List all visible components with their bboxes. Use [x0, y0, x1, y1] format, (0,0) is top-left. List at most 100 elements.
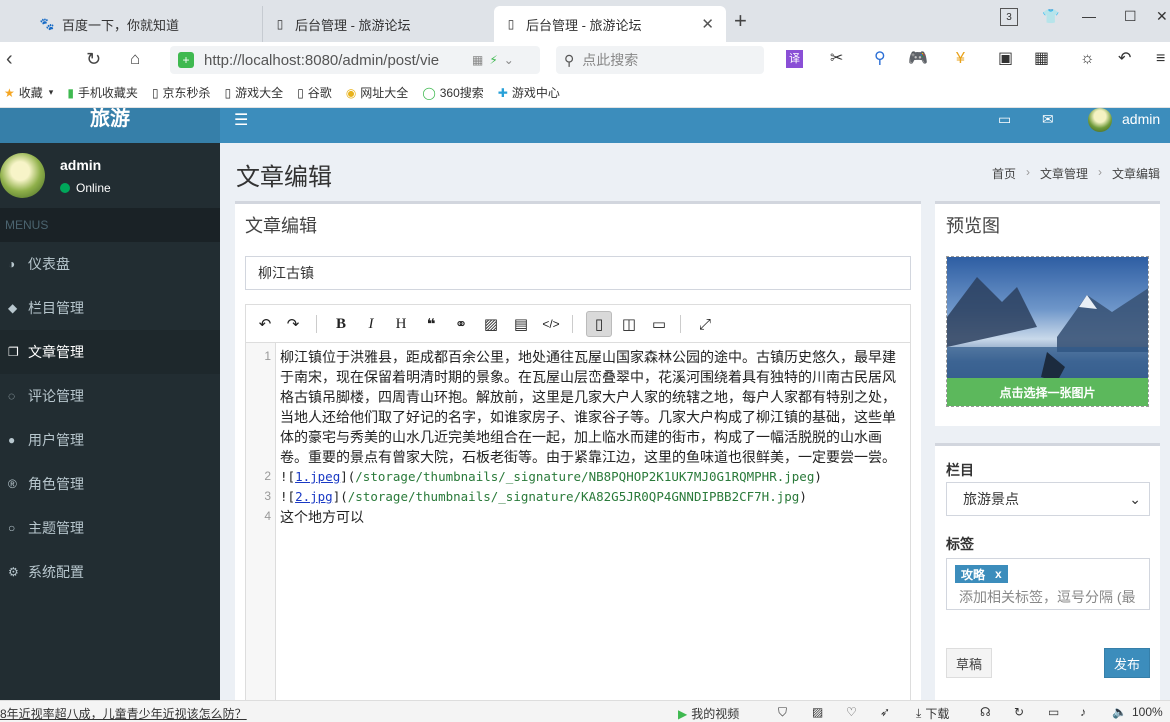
- breadcrumb-posts[interactable]: 文章管理: [1040, 165, 1088, 182]
- md-syntax: ](: [340, 469, 356, 484]
- draft-button[interactable]: 草稿: [946, 648, 992, 678]
- window-icon[interactable]: ▭: [1048, 705, 1059, 719]
- download-button[interactable]: ⤓ 下载: [916, 705, 949, 722]
- upload-image-icon[interactable]: ▤: [508, 311, 534, 337]
- redo-icon[interactable]: ↷: [280, 311, 306, 337]
- tag-remove-icon[interactable]: x: [995, 567, 1002, 581]
- breadcrumb-home[interactable]: 首页: [992, 165, 1016, 182]
- tags-input[interactable]: 攻略 x 添加相关标签，逗号分隔 (最: [946, 558, 1150, 610]
- qr-icon[interactable]: ▦: [472, 53, 483, 67]
- bookmark-item[interactable]: ▯ 游戏大全: [225, 84, 284, 101]
- translate-icon[interactable]: 译: [786, 50, 803, 68]
- bookmark-label: 收藏: [18, 86, 43, 100]
- browser-search-input[interactable]: ⚲ 点此搜索: [556, 46, 764, 74]
- header-username[interactable]: admin: [1122, 111, 1160, 127]
- back-icon[interactable]: ‹: [6, 48, 13, 70]
- url-text: http://localhost:8080/admin/post/vie: [204, 51, 440, 69]
- bookmark-item[interactable]: ▮ 手机收藏夹: [67, 84, 138, 101]
- my-video-button[interactable]: ▶ 我的视频: [678, 705, 739, 722]
- image-icon[interactable]: ▨: [478, 311, 504, 337]
- brightness-icon[interactable]: ☼: [1080, 50, 1095, 68]
- game-icon[interactable]: 🎮: [908, 50, 928, 68]
- avatar[interactable]: [1088, 108, 1112, 132]
- tag-chip: 攻略 x: [955, 565, 1008, 583]
- bookmark-item[interactable]: ◉ 网址大全: [346, 84, 409, 101]
- home-icon[interactable]: ⌂: [130, 48, 140, 70]
- publish-button[interactable]: 发布: [1104, 648, 1150, 678]
- split-view-icon[interactable]: ◫: [616, 311, 642, 337]
- speaker-icon[interactable]: ♪: [1080, 705, 1086, 719]
- italic-icon[interactable]: I: [358, 311, 384, 337]
- md-image-path: /storage/thumbnails/_signature/KA82G5JR0…: [347, 489, 800, 504]
- sidebar-item-settings[interactable]: ⚙ 系统配置: [0, 550, 220, 594]
- close-tab-icon[interactable]: ✕: [701, 15, 714, 33]
- zoom-level[interactable]: 100%: [1132, 705, 1163, 719]
- browser-navbar: ‹ ↻ ⌂ + http://localhost:8080/admin/post…: [0, 42, 1170, 78]
- close-window-icon[interactable]: ✕: [1156, 8, 1168, 25]
- scissors-icon[interactable]: ✂: [830, 50, 843, 68]
- code-icon[interactable]: </>: [538, 311, 564, 337]
- preview-mode-icon[interactable]: ▭: [646, 311, 672, 337]
- minimize-icon[interactable]: —: [1082, 8, 1096, 24]
- bookmark-favorites[interactable]: ★ 收藏 ▾: [4, 84, 53, 101]
- undo-icon[interactable]: ↶: [1118, 50, 1131, 68]
- preview-image[interactable]: 点击选择一张图片: [946, 256, 1149, 407]
- line-number: 1: [264, 349, 271, 363]
- maximize-icon[interactable]: ☐: [1124, 8, 1137, 25]
- bookmark-item[interactable]: ◯ 360搜索: [422, 84, 483, 101]
- menu-icon[interactable]: ≡: [1156, 50, 1165, 68]
- shield-icon[interactable]: ⛉: [778, 705, 787, 720]
- sidebar-item-posts[interactable]: ❐ 文章管理: [0, 330, 220, 374]
- quote-icon[interactable]: ❝: [418, 311, 444, 337]
- preview-box: 预览图 点击选择一张图片: [935, 201, 1160, 426]
- apps-grid-icon[interactable]: ▦: [1034, 50, 1049, 68]
- pick-image-button[interactable]: 点击选择一张图片: [947, 378, 1148, 406]
- coin-icon[interactable]: ¥: [956, 50, 965, 68]
- news-ticker-link[interactable]: 8年近视率超八成，儿童青少年近视该怎么防？: [0, 705, 247, 722]
- category-select[interactable]: 旅游景点 ⌄: [946, 482, 1150, 516]
- sidebar-item-dashboard[interactable]: ◑ 仪表盘: [0, 242, 220, 286]
- sidebar-item-comments[interactable]: ◌ 评论管理: [0, 374, 220, 418]
- reader-icon[interactable]: ▣: [998, 50, 1013, 68]
- app-logo[interactable]: 旅游: [0, 108, 220, 143]
- rocket-icon[interactable]: ➶: [880, 705, 890, 719]
- volume-icon[interactable]: 🔈: [1112, 705, 1127, 719]
- link-icon[interactable]: ⚭: [448, 311, 474, 337]
- nav-site-icon: ◉: [345, 85, 357, 100]
- heart-icon[interactable]: ♡: [846, 705, 857, 719]
- sidebar-item-roles[interactable]: ® 角色管理: [0, 462, 220, 506]
- markdown-editor[interactable]: ↶ ↷ B I H ❝ ⚭ ▨ ▤ </> ▯ ◫ ▭ ⤢ 1 2 3 4 柳江…: [245, 304, 911, 703]
- headset-icon[interactable]: ☊: [980, 705, 991, 719]
- editor-content[interactable]: 柳江镇位于洪雅县，距成都百余公里，地处通往瓦屋山国家森林公园的途中。古镇历史悠久…: [280, 347, 900, 527]
- refresh-icon[interactable]: ↻: [1014, 705, 1024, 719]
- sidebar-item-categories[interactable]: ◆ 栏目管理: [0, 286, 220, 330]
- mail-icon[interactable]: ✉: [1042, 111, 1054, 128]
- tab-count-badge[interactable]: 3: [1000, 8, 1018, 26]
- edit-mode-icon[interactable]: ▯: [586, 311, 612, 337]
- undo-icon[interactable]: ↶: [252, 311, 278, 337]
- browser-tab-admin-active[interactable]: ▯ 后台管理 - 旅游论坛 ✕: [494, 6, 726, 42]
- heading-icon[interactable]: H: [388, 311, 414, 337]
- fullscreen-icon[interactable]: ⤢: [692, 311, 718, 337]
- bookmark-item[interactable]: ✚ 游戏中心: [498, 84, 560, 101]
- post-title-input[interactable]: 柳江古镇: [245, 256, 911, 290]
- image-icon[interactable]: ▨: [812, 705, 823, 719]
- skin-icon[interactable]: 👕: [1042, 8, 1059, 25]
- sidebar-item-label: 栏目管理: [28, 300, 84, 316]
- address-bar[interactable]: + http://localhost:8080/admin/post/vie ▦…: [170, 46, 540, 74]
- bookmark-item[interactable]: ▯ 谷歌: [297, 84, 332, 101]
- browser-tab-admin[interactable]: ▯ 后台管理 - 旅游论坛: [262, 6, 494, 42]
- sidebar-toggle-icon[interactable]: ☰: [234, 110, 248, 130]
- magnifier-icon[interactable]: ⚲: [874, 50, 886, 68]
- reload-icon[interactable]: ↻: [86, 48, 101, 70]
- sidebar-item-users[interactable]: ● 用户管理: [0, 418, 220, 462]
- bold-icon[interactable]: B: [328, 311, 354, 337]
- chevron-down-icon[interactable]: ⌄: [504, 53, 514, 67]
- sidebar-item-themes[interactable]: ○ 主题管理: [0, 506, 220, 550]
- sidebar-item-label: 系统配置: [28, 564, 84, 580]
- new-tab-button[interactable]: +: [734, 10, 747, 32]
- speed-icon[interactable]: ⚡: [489, 53, 497, 67]
- bookmark-item[interactable]: ▯ 京东秒杀: [152, 84, 211, 101]
- monitor-icon[interactable]: ▭: [998, 111, 1011, 128]
- browser-tab-baidu[interactable]: 🐾 百度一下，你就知道: [30, 6, 262, 42]
